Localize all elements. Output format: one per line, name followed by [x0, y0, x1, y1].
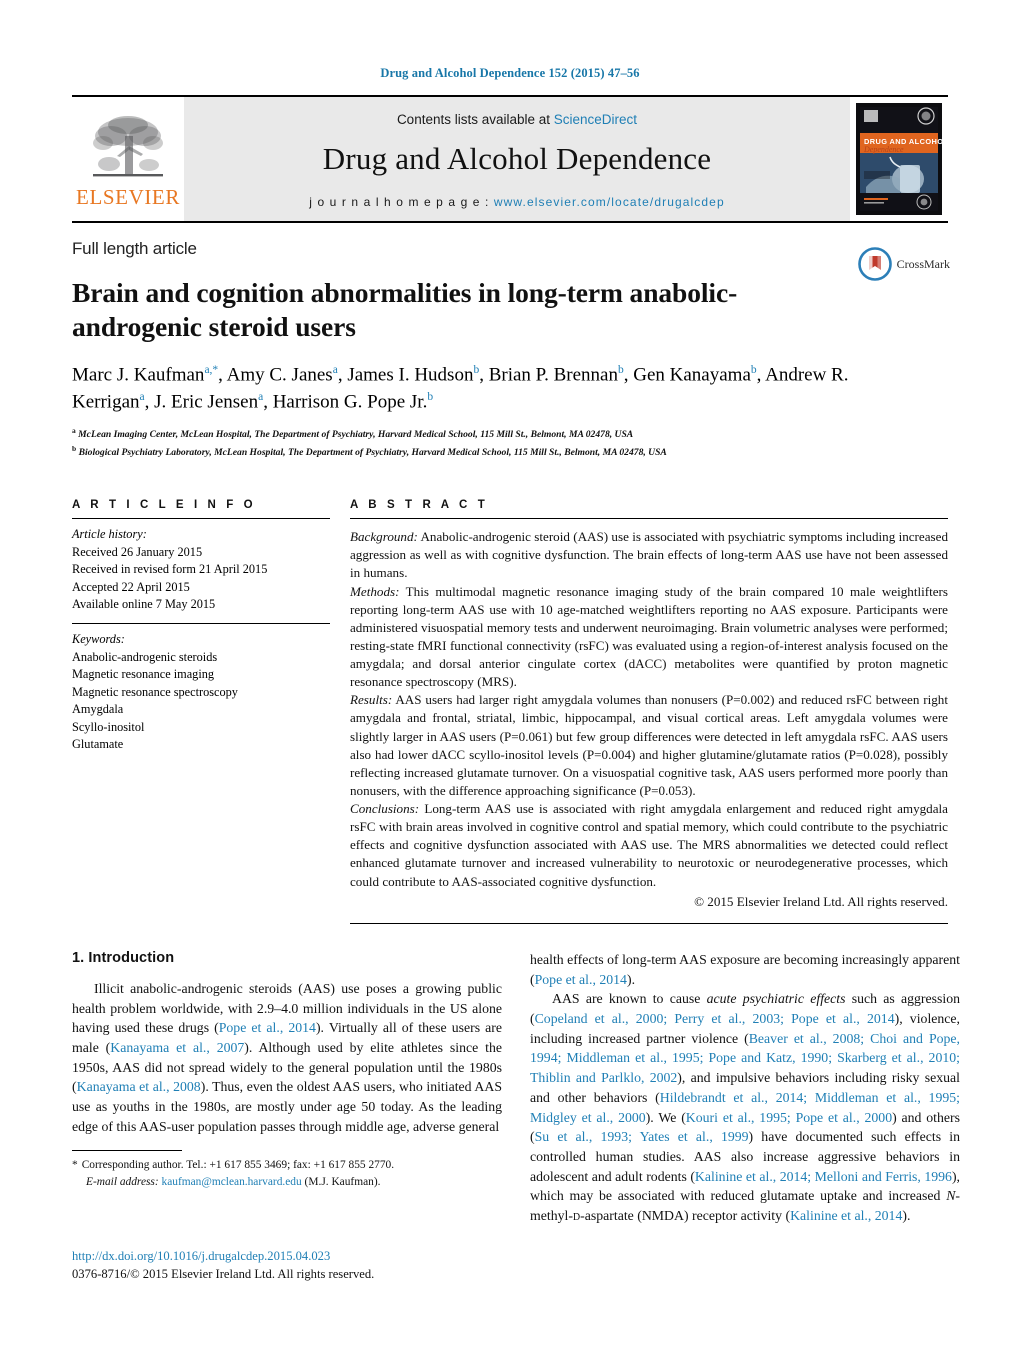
journal-title: Drug and Alcohol Dependence: [322, 140, 712, 176]
affiliation-a-mark: a: [72, 426, 76, 436]
abstract-section-label: Methods:: [350, 583, 400, 599]
abstract-section-label: Conclusions:: [350, 801, 420, 817]
abstract-section: Methods: This multimodal magnetic resona…: [350, 583, 948, 692]
sciencedirect-link[interactable]: ScienceDirect: [554, 112, 637, 127]
email-line: E-mail address: kaufman@mclean.harvard.e…: [72, 1174, 502, 1191]
running-head: Drug and Alcohol Dependence 152 (2015) 4…: [380, 66, 640, 80]
svg-text:Dependence: Dependence: [863, 145, 904, 154]
article-header: CrossMark Full length article Brain and …: [72, 223, 950, 461]
corresponding-author-note: * Corresponding author. Tel.: +1 617 855 …: [72, 1157, 502, 1190]
contents-list-line: Contents lists available at ScienceDirec…: [397, 112, 637, 127]
keyword-item: Magnetic resonance spectroscopy: [72, 684, 238, 699]
email-address-link[interactable]: kaufman@mclean.harvard.edu: [162, 1176, 302, 1188]
corresponding-author-text: Corresponding author. Tel.: +1 617 855 3…: [81, 1159, 395, 1171]
publisher-logo: ELSEVIER: [72, 97, 184, 221]
keywords-label: Keywords:: [72, 632, 125, 647]
affiliation-b-text: Biological Psychiatry Laboratory, McLean…: [78, 447, 667, 459]
article-info-rule: [72, 518, 330, 520]
affiliation-b: b Biological Psychiatry Laboratory, McLe…: [72, 443, 948, 461]
abstract-section: Background: Anabolic-androgenic steroid …: [350, 528, 948, 582]
abstract-section-text: Long-term AAS use is associated with rig…: [350, 801, 948, 889]
keyword-item: Scyllo-inositol: [72, 719, 145, 734]
journal-cover-thumbnail: DRUG AND ALCOHOL Dependence: [850, 97, 948, 221]
footnote-star: *: [72, 1159, 78, 1171]
crossmark-badge[interactable]: CrossMark: [857, 247, 950, 281]
masthead-center: Contents lists available at ScienceDirec…: [184, 97, 850, 221]
keywords-block: Keywords: Anabolic-androgenic steroids M…: [72, 631, 330, 753]
body-column-right: health effects of long-term AAS exposure…: [530, 950, 960, 1226]
journal-cover-image: DRUG AND ALCOHOL Dependence: [856, 103, 942, 215]
abstract-body: Background: Anabolic-androgenic steroid …: [350, 528, 948, 911]
keywords-rule: [72, 623, 330, 625]
doi-block: http://dx.doi.org/10.1016/j.drugalcdep.2…: [72, 1248, 532, 1284]
abstract-section: Results: AAS users had larger right amyg…: [350, 691, 948, 800]
affiliation-a-text: McLean Imaging Center, McLean Hospital, …: [78, 429, 634, 441]
keyword-item: Magnetic resonance imaging: [72, 667, 215, 682]
keyword-item: Glutamate: [72, 737, 124, 752]
article-info-heading: A R T I C L E I N F O: [72, 499, 257, 512]
history-item: Accepted 22 April 2015: [72, 579, 190, 594]
abstract-rule: [350, 518, 948, 520]
history-item: Received in revised form 21 April 2015: [72, 562, 268, 577]
section-heading-introduction: 1. Introduction: [72, 949, 175, 966]
abstract-section-text: This multimodal magnetic resonance imagi…: [350, 583, 948, 690]
abstract-section-text: Anabolic-androgenic steroid (AAS) use is…: [350, 529, 948, 581]
doi-link[interactable]: http://dx.doi.org/10.1016/j.drugalcdep.2…: [72, 1248, 532, 1266]
article-history-label: Article history:: [72, 527, 147, 542]
keyword-item: Amygdala: [72, 702, 124, 717]
homepage-url-link[interactable]: www.elsevier.com/locate/drugalcdep: [494, 195, 725, 209]
abstract-section-text: AAS users had larger right amygdala volu…: [350, 692, 948, 798]
email-address-suffix: (M.J. Kaufman).: [304, 1175, 381, 1188]
journal-masthead: ELSEVIER Contents lists available at Sci…: [72, 95, 948, 223]
issn-copyright-line: 0376-8716/© 2015 Elsevier Ireland Ltd. A…: [72, 1266, 375, 1281]
contents-prefix: Contents lists available at: [396, 111, 554, 127]
footnote-block: * Corresponding author. Tel.: +1 617 855 …: [72, 1150, 502, 1190]
intro-paragraph-left: Illicit anabolic-androgenic steroids (AA…: [72, 980, 502, 1134]
abstract-section-label: Results:: [350, 692, 393, 708]
crossmark-label: CrossMark: [896, 256, 950, 271]
affiliation-b-mark: b: [72, 444, 77, 454]
abstract-section-label: Background:: [350, 529, 418, 545]
affiliation-a: a McLean Imaging Center, McLean Hospital…: [72, 425, 948, 443]
intro-paragraph-right-1: health effects of long-term AAS exposure…: [530, 951, 960, 987]
abstract-column: A B S T R A C T Background: Anabolic-and…: [350, 499, 948, 924]
author-list: Marc J. Kaufmana,*, Amy C. Janesa, James…: [72, 363, 849, 413]
abstract-section: Conclusions: Long-term AAS use is associ…: [350, 800, 948, 891]
history-item: Received 26 January 2015: [72, 544, 203, 559]
keyword-item: Anabolic-androgenic steroids: [72, 649, 218, 664]
elsevier-tree-icon: [93, 116, 163, 177]
article-info-column: A R T I C L E I N F O Article history: R…: [72, 499, 330, 924]
elsevier-wordmark: ELSEVIER: [76, 185, 180, 209]
article-type-label: Full length article: [72, 239, 197, 258]
info-abstract-block: A R T I C L E I N F O Article history: R…: [72, 499, 948, 924]
affiliation-list: a McLean Imaging Center, McLean Hospital…: [72, 425, 948, 461]
abstract-heading: A B S T R A C T: [350, 499, 489, 512]
article-history: Article history: Received 26 January 201…: [72, 526, 330, 613]
page-title: Brain and cognition abnormalities in lon…: [72, 277, 738, 342]
journal-article-page: Drug and Alcohol Dependence 152 (2015) 4…: [0, 0, 1020, 1351]
email-address-label: E-mail address:: [86, 1175, 159, 1188]
intro-paragraph-right-2: AAS are known to cause acute psychiatric…: [530, 991, 961, 1224]
abstract-copyright: © 2015 Elsevier Ireland Ltd. All rights …: [694, 893, 948, 909]
journal-homepage-line: j o u r n a l h o m e p a g e : www.else…: [309, 195, 724, 209]
homepage-prefix: j o u r n a l h o m e p a g e :: [309, 194, 494, 209]
history-item: Available online 7 May 2015: [72, 597, 216, 612]
abstract-footer-rule: [350, 922, 948, 924]
footnote-rule: [72, 1150, 182, 1151]
crossmark-icon: [857, 247, 892, 281]
